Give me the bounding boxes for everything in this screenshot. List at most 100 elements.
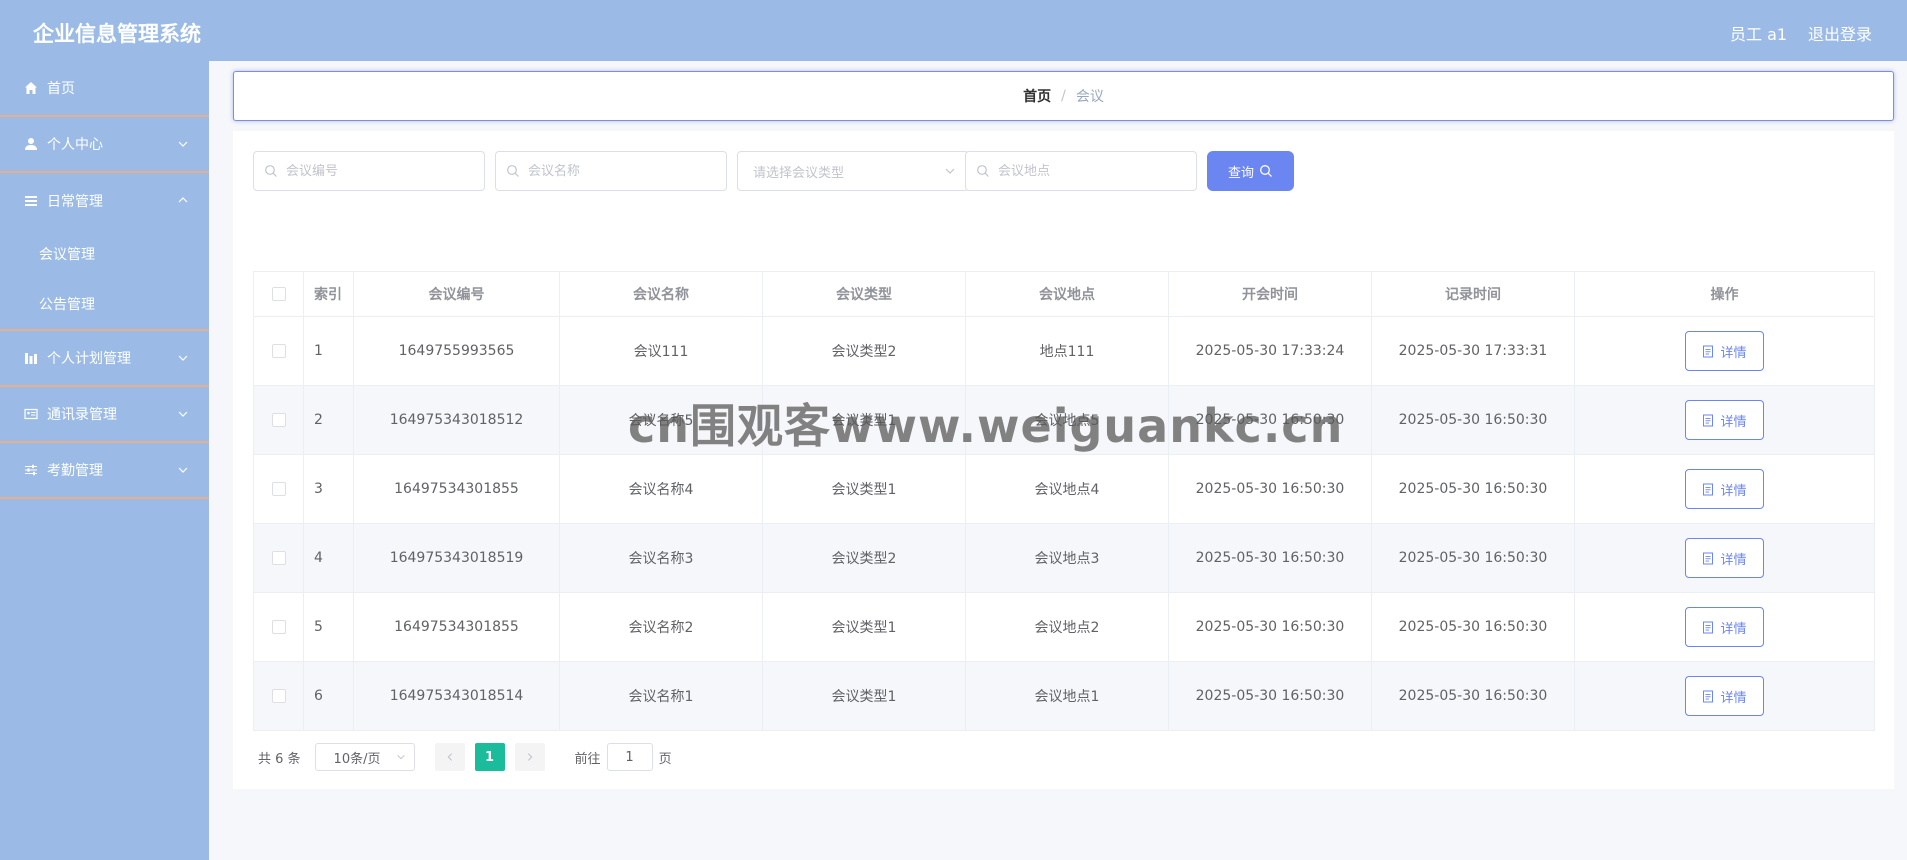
meeting-type-select[interactable]: 请选择会议类型	[737, 151, 969, 191]
meeting-name: 会议名称4	[560, 455, 763, 523]
meeting-code: 164975343018514	[354, 662, 560, 730]
meeting-start-time: 2025-05-30 16:50:30	[1169, 593, 1372, 661]
query-button[interactable]: 查询	[1207, 151, 1294, 191]
watermark: cn围观客www.weiguankc.cn	[628, 399, 1344, 453]
goto-page-input[interactable]	[606, 743, 653, 771]
document-icon	[1702, 414, 1714, 427]
meeting-record-time: 2025-05-30 16:50:30	[1372, 386, 1575, 454]
row-index: 3	[304, 455, 354, 523]
column-header: 会议类型	[763, 272, 966, 316]
row-index: 4	[304, 524, 354, 592]
row-index: 6	[304, 662, 354, 730]
row-checkbox[interactable]	[271, 344, 286, 358]
table-row: 5 16497534301855 会议名称2 会议类型1 会议地点2 2025-…	[254, 593, 1875, 662]
column-header: 会议名称	[560, 272, 763, 316]
meeting-type: 会议类型1	[763, 662, 966, 730]
sidebar-item-label: 通讯录管理	[47, 407, 117, 423]
document-icon	[1702, 690, 1714, 703]
row-checkbox[interactable]	[271, 482, 286, 496]
prev-page-button[interactable]	[434, 743, 465, 771]
sidebar-item-home[interactable]: 首页	[0, 61, 209, 117]
detail-button[interactable]: 详情	[1685, 676, 1764, 716]
meeting-code: 16497534301855	[354, 455, 560, 523]
sidebar-item-daily-management[interactable]: 日常管理	[0, 173, 209, 229]
meeting-name-input[interactable]	[526, 162, 710, 180]
meeting-code-input[interactable]	[284, 162, 468, 180]
detail-label: 详情	[1720, 414, 1747, 430]
meeting-record-time: 2025-05-30 16:50:30	[1372, 455, 1575, 523]
row-actions: 详情	[1575, 662, 1875, 730]
row-actions: 详情	[1575, 524, 1875, 592]
row-checkbox[interactable]	[271, 620, 286, 634]
page-number-current[interactable]: 1	[474, 743, 505, 771]
detail-button[interactable]: 详情	[1685, 538, 1764, 578]
breadcrumb-home[interactable]: 首页	[1023, 86, 1051, 106]
sidebar-subitem-announcement-management[interactable]: 公告管理	[0, 279, 209, 329]
meeting-location-input[interactable]	[996, 162, 1180, 180]
chevron-right-icon	[527, 753, 532, 761]
detail-button[interactable]: 详情	[1685, 331, 1764, 371]
logout-link[interactable]: 退出登录	[1808, 21, 1872, 45]
document-icon	[1702, 552, 1714, 565]
search-icon	[264, 164, 278, 178]
row-index: 2	[304, 386, 354, 454]
column-header: 会议地点	[966, 272, 1169, 316]
daily-management-group: 日常管理 会议管理 公告管理	[0, 173, 209, 331]
main-content: 请选择会议类型 查询 索引 会议编号 会议名称 会议类型 会议地点 开会时间 记…	[233, 131, 1894, 789]
sidebar-subitem-meeting-management[interactable]: 会议管理	[0, 229, 209, 279]
meeting-type: 会议类型2	[763, 317, 966, 385]
current-user[interactable]: 员工 a1	[1730, 21, 1787, 45]
column-header: 开会时间	[1169, 272, 1372, 316]
document-icon	[1702, 345, 1714, 358]
total-count: 共 6 条	[258, 751, 301, 767]
row-actions: 详情	[1575, 386, 1875, 454]
sidebar-item-personal-center[interactable]: 个人中心	[0, 117, 209, 173]
table-row: 6 164975343018514 会议名称1 会议类型1 会议地点1 2025…	[254, 662, 1875, 731]
meeting-location-search[interactable]	[965, 151, 1197, 191]
meeting-type: 会议类型1	[763, 455, 966, 523]
chevron-up-icon	[178, 197, 188, 203]
meeting-record-time: 2025-05-30 16:50:30	[1372, 593, 1575, 661]
meeting-name: 会议名称2	[560, 593, 763, 661]
detail-button[interactable]: 详情	[1685, 607, 1764, 647]
detail-button[interactable]: 详情	[1685, 469, 1764, 509]
column-header: 索引	[304, 272, 354, 316]
sidebar-item-attendance[interactable]: 考勤管理	[0, 443, 209, 499]
pagination: 共 6 条 10条/页 1 前往 页	[253, 743, 672, 771]
row-actions: 详情	[1575, 317, 1875, 385]
row-index: 1	[304, 317, 354, 385]
meeting-code: 16497534301855	[354, 593, 560, 661]
meeting-code-search[interactable]	[253, 151, 485, 191]
document-icon	[1702, 621, 1714, 634]
chevron-down-icon	[945, 168, 955, 174]
meeting-start-time: 2025-05-30 16:50:30	[1169, 455, 1372, 523]
meeting-record-time: 2025-05-30 16:50:30	[1372, 662, 1575, 730]
row-checkbox-cell	[254, 317, 304, 385]
sidebar-item-contacts[interactable]: 通讯录管理	[0, 387, 209, 443]
sidebar-item-personal-plan[interactable]: 个人计划管理	[0, 331, 209, 387]
user-icon	[23, 136, 39, 152]
table-row: 1 1649755993565 会议111 会议类型2 地点111 2025-0…	[254, 317, 1875, 386]
search-icon	[506, 164, 520, 178]
select-all-checkbox[interactable]	[271, 287, 286, 301]
meeting-start-time: 2025-05-30 17:33:24	[1169, 317, 1372, 385]
chevron-down-icon	[178, 355, 188, 361]
next-page-button[interactable]	[514, 743, 545, 771]
row-checkbox-cell	[254, 386, 304, 454]
meeting-name-search[interactable]	[495, 151, 727, 191]
row-actions: 详情	[1575, 593, 1875, 661]
chevron-down-icon	[178, 467, 188, 473]
home-icon	[23, 80, 39, 96]
row-checkbox[interactable]	[271, 689, 286, 703]
detail-button[interactable]: 详情	[1685, 400, 1764, 440]
detail-label: 详情	[1720, 552, 1747, 568]
page-unit-label: 页	[658, 751, 672, 767]
detail-label: 详情	[1720, 621, 1747, 637]
meeting-name: 会议名称1	[560, 662, 763, 730]
page-size-select[interactable]: 10条/页	[314, 743, 415, 771]
header-checkbox-cell	[254, 272, 304, 316]
meeting-location: 会议地点3	[966, 524, 1169, 592]
row-checkbox-cell	[254, 524, 304, 592]
row-checkbox[interactable]	[271, 413, 286, 427]
row-checkbox[interactable]	[271, 551, 286, 565]
